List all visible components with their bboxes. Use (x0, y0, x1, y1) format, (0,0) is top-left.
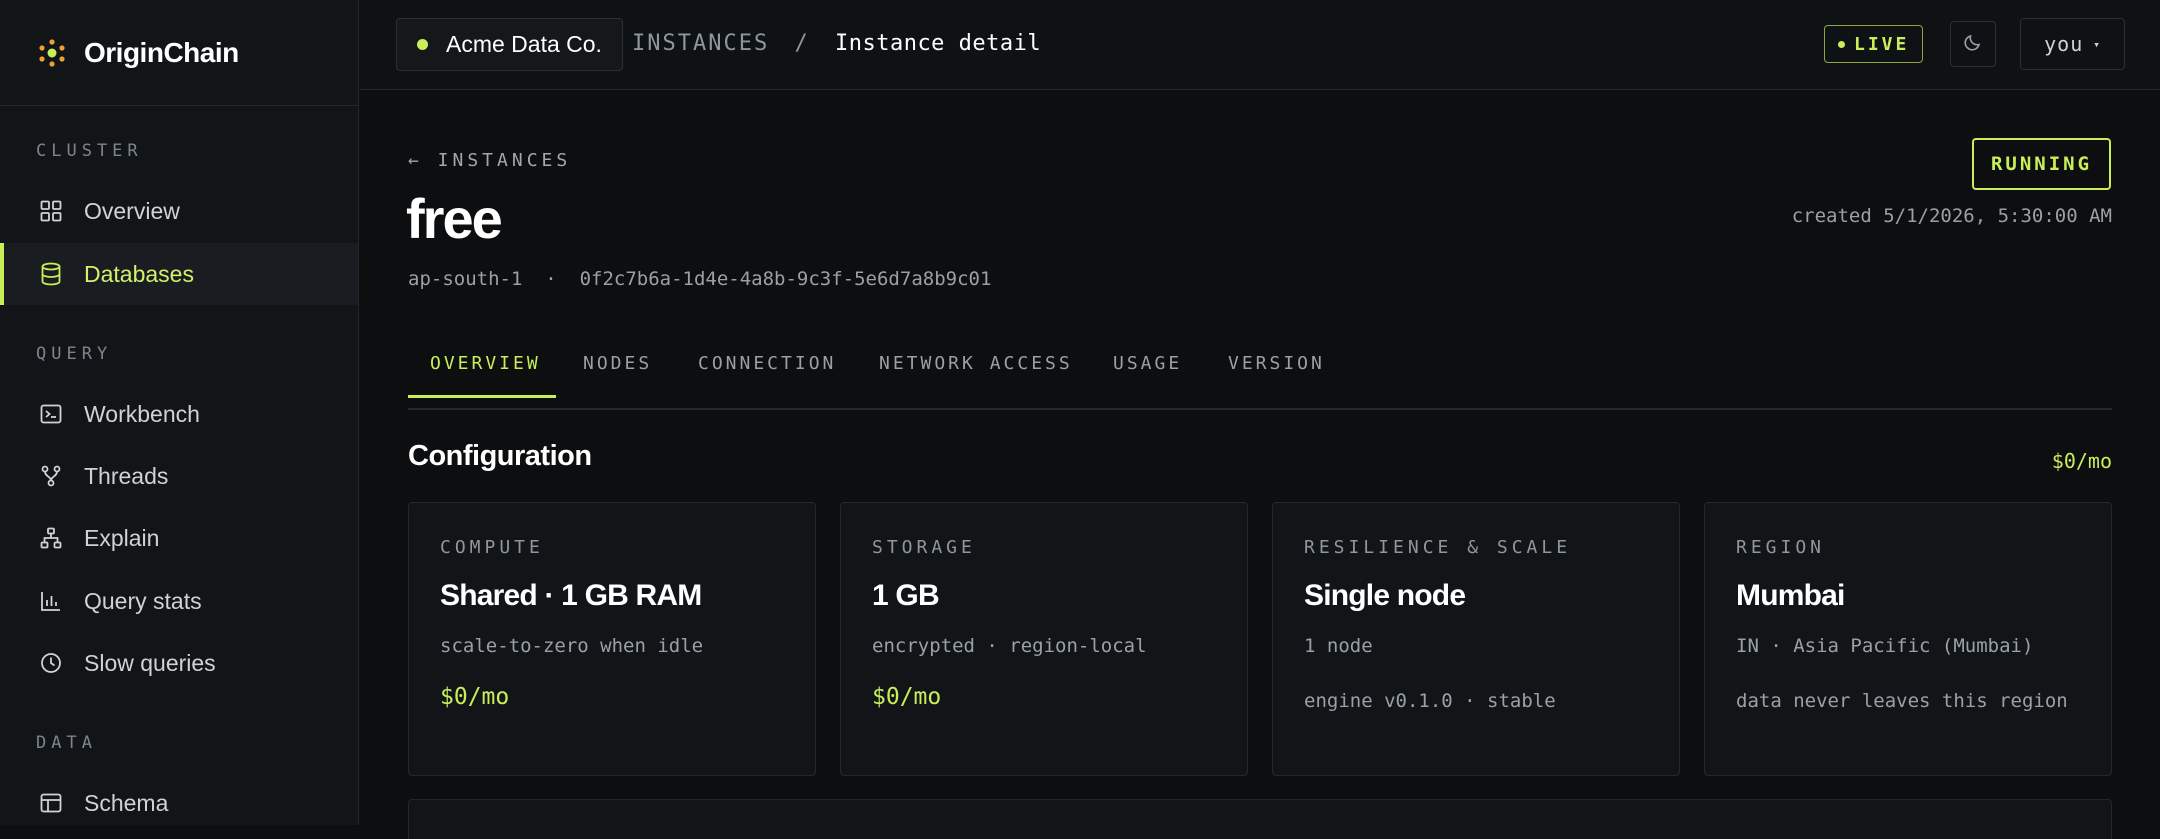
branch-icon (38, 463, 64, 489)
sidebar-item-explain[interactable]: Explain (0, 507, 358, 569)
logo-icon (36, 37, 68, 69)
live-label: LIVE (1854, 33, 1910, 55)
tab-usage[interactable]: USAGE (1113, 353, 1182, 410)
terminal-icon (38, 401, 64, 427)
grid-icon (38, 198, 64, 224)
hierarchy-icon (38, 525, 64, 551)
card-value: Shared · 1 GB RAM (440, 579, 702, 612)
moon-icon (1964, 33, 1982, 56)
card-detail: scale-to-zero when idle (440, 635, 704, 657)
sidebar-item-label: Workbench (84, 400, 200, 427)
breadcrumb-separator: / (794, 31, 810, 56)
tab-connection[interactable]: CONNECTION (698, 353, 836, 410)
next-panel (408, 799, 2112, 839)
total-price: $0/mo (2051, 449, 2112, 473)
bar-chart-icon (38, 588, 64, 614)
tab-network-access[interactable]: NETWORK ACCESS (879, 353, 1073, 410)
breadcrumb-parent[interactable]: INSTANCES (632, 31, 769, 56)
tab-nodes[interactable]: NODES (583, 353, 652, 410)
card-detail: encrypted · region-local (872, 635, 1147, 657)
live-dot (1838, 40, 1845, 48)
chevron-down-icon: ▾ (2093, 37, 2101, 51)
user-menu-button[interactable]: you ▾ (2020, 18, 2125, 70)
card-value: 1 GB (872, 579, 940, 612)
nav-section-query: QUERY (36, 344, 113, 364)
live-badge: LIVE (1824, 25, 1924, 63)
tabs-divider (408, 408, 2112, 410)
brand-name: OriginChain (84, 36, 239, 68)
status-badge: RUNNING (1972, 138, 2111, 190)
card-key: STORAGE (872, 537, 976, 558)
card-detail-secondary: engine v0.1.0 · stable (1304, 690, 1556, 712)
card-price: $0/mo (440, 684, 510, 710)
sidebar-item-label: Explain (84, 524, 160, 551)
sidebar-item-label: Overview (84, 197, 180, 224)
sidebar-item-label: Slow queries (84, 649, 216, 676)
theme-toggle-button[interactable] (1950, 21, 1996, 67)
card-detail-secondary: data never leaves this region (1736, 690, 2068, 712)
sidebar-item-threads[interactable]: Threads (0, 445, 358, 507)
main-content: ← INSTANCES free ap-south-1 · 0f2c7b6a-1… (360, 91, 2160, 839)
org-status-dot (417, 39, 428, 50)
table-icon (38, 790, 64, 816)
sidebar: OriginChain CLUSTER Overview Databases Q… (0, 0, 359, 825)
sidebar-item-workbench[interactable]: Workbench (0, 383, 358, 445)
sidebar-item-label: Threads (84, 462, 169, 489)
card-detail: 1 node (1304, 635, 1373, 657)
nav-section-data: DATA (36, 733, 97, 753)
clock-icon (38, 650, 64, 676)
instance-subline: ap-south-1 · 0f2c7b6a-1d4e-4a8b-9c3f-5e6… (408, 268, 992, 290)
database-icon (38, 261, 64, 287)
config-card-compute: COMPUTE Shared · 1 GB RAM scale-to-zero … (408, 502, 816, 776)
sidebar-item-slow-queries[interactable]: Slow queries (0, 632, 358, 694)
sidebar-item-overview[interactable]: Overview (0, 180, 358, 242)
created-timestamp: created 5/1/2026, 5:30:00 AM (1791, 205, 2112, 227)
card-key: RESILIENCE & SCALE (1304, 537, 1572, 558)
config-card-region: REGION Mumbai IN · Asia Pacific (Mumbai)… (1704, 502, 2112, 776)
sidebar-item-label: Schema (84, 789, 169, 816)
breadcrumb-current: Instance detail (834, 31, 1042, 56)
breadcrumb: INSTANCES / Instance detail (632, 31, 1041, 56)
top-bar: Acme Data Co. INSTANCES / Instance detai… (360, 0, 2160, 90)
back-link[interactable]: ← INSTANCES (408, 150, 571, 171)
card-detail: IN · Asia Pacific (Mumbai) (1736, 635, 2034, 657)
sidebar-item-label: Databases (84, 260, 194, 287)
card-price: $0/mo (872, 684, 942, 710)
sidebar-item-databases[interactable]: Databases (0, 243, 358, 305)
nav-section-cluster: CLUSTER (36, 141, 143, 161)
tab-overview[interactable]: OVERVIEW (430, 353, 541, 410)
sidebar-item-query-stats[interactable]: Query stats (0, 570, 358, 632)
config-card-resilience: RESILIENCE & SCALE Single node 1 node en… (1272, 502, 1680, 776)
card-value: Single node (1304, 579, 1466, 612)
card-value: Mumbai (1736, 579, 1845, 612)
user-label: you (2044, 32, 2084, 56)
brand[interactable]: OriginChain (0, 0, 358, 106)
sidebar-item-label: Query stats (84, 587, 202, 614)
card-key: REGION (1736, 537, 1826, 558)
org-name: Acme Data Co. (446, 31, 602, 57)
section-title: Configuration (408, 440, 592, 472)
card-key: COMPUTE (440, 537, 544, 558)
org-switcher[interactable]: Acme Data Co. (396, 18, 623, 71)
page-title: free (406, 187, 503, 250)
config-card-storage: STORAGE 1 GB encrypted · region-local $0… (840, 502, 1248, 776)
tab-version[interactable]: VERSION (1228, 353, 1325, 410)
active-tab-indicator (408, 395, 556, 398)
